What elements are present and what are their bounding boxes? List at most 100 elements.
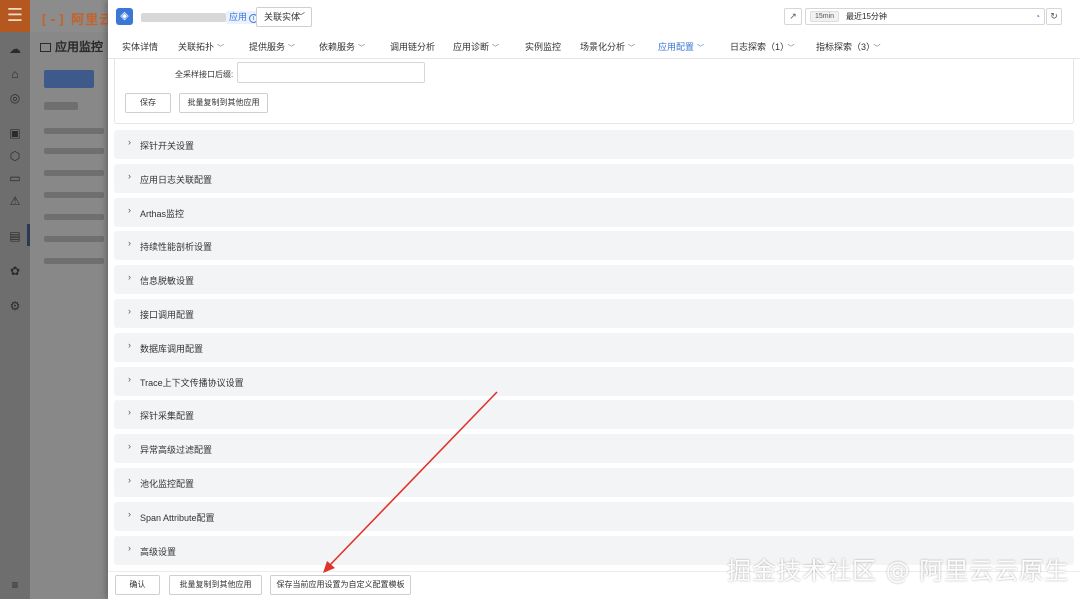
confirm-button[interactable]: 确认	[115, 575, 160, 595]
section-label: Arthas监控	[140, 209, 185, 219]
settings-icon[interactable]: ⚙	[8, 299, 22, 313]
batch-copy-button[interactable]: 批量复制到其他应用	[169, 575, 262, 595]
chevron-right-icon: ›	[128, 238, 131, 248]
collapsible-section[interactable]: › 异常高级过滤配置	[114, 434, 1074, 463]
time-range-label: 最近15分钟	[846, 12, 887, 21]
tab-label: 应用诊断	[453, 42, 490, 52]
section-label: 高级设置	[140, 547, 177, 557]
chevron-right-icon: ›	[128, 543, 131, 553]
collapsible-section[interactable]: › 信息脱敏设置	[114, 265, 1074, 294]
sidebar-blurred-item	[44, 192, 104, 198]
tab-item[interactable]: 提供服务 ﹀	[249, 40, 295, 53]
collapsible-section[interactable]: › 接口调用配置	[114, 299, 1074, 328]
section-label: 接口调用配置	[140, 310, 195, 320]
tab-item[interactable]: 依赖服务 ﹀	[319, 40, 365, 53]
chevron-down-icon: ﹀	[217, 45, 225, 52]
tab-label: 应用配置	[658, 42, 695, 52]
chevron-down-icon: ﹀	[697, 45, 705, 52]
tab-item[interactable]: 实体详情	[122, 40, 158, 53]
time-duration-badge: 15min	[810, 11, 840, 22]
globe-icon[interactable]: ◎	[8, 91, 22, 105]
chevron-down-icon: ﹀	[628, 45, 636, 52]
chevron-down-icon: ﹀	[873, 45, 881, 52]
collapsible-section[interactable]: › 探针开关设置	[114, 130, 1074, 159]
collapsible-section[interactable]: › 持续性能剖析设置	[114, 231, 1074, 260]
tab-label: 实例监控	[525, 42, 562, 52]
tab-item[interactable]: 应用诊断 ﹀	[453, 40, 499, 53]
alarm-icon[interactable]: ⚠	[8, 194, 22, 208]
collapsible-section[interactable]: › Span Attribute配置	[114, 502, 1074, 531]
sidebar-blurred-item	[44, 236, 104, 242]
chevron-down-icon: ﹀	[297, 12, 305, 21]
sidebar-blurred-item	[44, 70, 94, 88]
scan-icon[interactable]: ▣	[8, 126, 22, 140]
section-label: Trace上下文传播协议设置	[140, 378, 244, 388]
tab-label: 提供服务	[249, 42, 286, 52]
sidebar-blurred-item	[44, 128, 104, 134]
collapsible-section[interactable]: › Trace上下文传播协议设置	[114, 367, 1074, 396]
collapsible-section[interactable]: › 池化监控配置	[114, 468, 1074, 497]
entity-name	[141, 13, 226, 22]
tab-label: 场景化分析	[580, 42, 626, 52]
expanded-settings-panel: 全采样接口后缀: 保存 批量复制到其他应用	[114, 59, 1074, 124]
monitor-icon[interactable]: ▭	[8, 171, 22, 185]
chevron-down-icon: ﹀	[492, 45, 500, 52]
home-icon[interactable]: ⌂	[8, 67, 22, 81]
refresh-icon[interactable]: ↻	[1046, 8, 1062, 25]
panel-save-button[interactable]: 保存	[125, 93, 171, 113]
watermark: 掘金技术社区 @ 阿里云云原生	[727, 557, 1070, 585]
tab-item[interactable]: 实例监控	[525, 40, 561, 53]
sidebar-blurred-item	[44, 102, 78, 110]
chevron-right-icon: ›	[128, 509, 131, 519]
logo-text: 阿里云	[71, 12, 114, 27]
sidebar-blurred-item	[44, 214, 104, 220]
linked-entity-label: 关联实体	[264, 12, 301, 22]
menu-icon[interactable]: ☰	[0, 0, 30, 32]
chevron-right-icon: ›	[128, 475, 131, 485]
tab-label: 关联拓扑	[178, 42, 215, 52]
tab-item[interactable]: 调用链分析	[390, 40, 435, 53]
section-label: Span Attribute配置	[140, 513, 215, 523]
console-icon-rail: ☰ ☁ ⌂ ◎ ▣ ⬡ ▭ ⚠ ▤ ✿ ⚙ ≡	[0, 0, 30, 599]
calendar-icon: ◔	[1035, 12, 1040, 21]
full-sample-suffix-label: 全采样接口后缀:	[175, 70, 234, 79]
tab-label: 实体详情	[122, 42, 159, 52]
cube-icon[interactable]: ⬡	[8, 149, 22, 163]
section-label: 池化监控配置	[140, 479, 195, 489]
share-icon[interactable]: ↗	[784, 8, 802, 25]
tab-label: 调用链分析	[390, 42, 436, 52]
time-range-picker[interactable]: 15min 最近15分钟 ◔	[805, 8, 1045, 25]
section-label: 探针开关设置	[140, 141, 195, 151]
panel-batch-copy-button[interactable]: 批量复制到其他应用	[179, 93, 268, 113]
logo-bracket: [-]	[40, 13, 67, 28]
screen-icon[interactable]: ▤	[8, 229, 22, 243]
section-label: 异常高级过滤配置	[140, 445, 213, 455]
chevron-down-icon: ﹀	[358, 45, 366, 52]
section-label: 探针采集配置	[140, 411, 195, 421]
full-sample-suffix-input[interactable]	[237, 62, 425, 83]
chevron-right-icon: ›	[128, 407, 131, 417]
save-as-template-button[interactable]: 保存当前应用设置为自定义配置模板	[270, 575, 411, 595]
sidebar-blurred-item	[44, 170, 104, 176]
collapsible-section[interactable]: › 数据库调用配置	[114, 333, 1074, 362]
tab-item[interactable]: 日志探索（1） ﹀	[730, 40, 795, 53]
section-label: 持续性能剖析设置	[140, 242, 213, 252]
collapsible-section[interactable]: › 应用日志关联配置	[114, 164, 1074, 193]
linked-entity-dropdown[interactable]: 关联实体 ﹀	[256, 7, 312, 27]
section-label: 信息脱敏设置	[140, 276, 195, 286]
sidebar-title: 应用监控	[40, 38, 103, 55]
collapse-icon[interactable]: ≡	[8, 578, 22, 592]
tab-label: 日志探索（1）	[730, 42, 785, 52]
tab-item[interactable]: 关联拓扑 ﹀	[178, 40, 224, 53]
tab-item[interactable]: 场景化分析 ﹀	[580, 40, 635, 53]
collapsible-section[interactable]: › Arthas监控	[114, 198, 1074, 227]
tab-item[interactable]: 指标探索（3） ﹀	[816, 40, 881, 53]
cloud-icon[interactable]: ☁	[8, 42, 22, 56]
aliyun-logo: [-] 阿里云	[40, 9, 113, 28]
collapsible-section[interactable]: › 探针采集配置	[114, 400, 1074, 429]
network-icon[interactable]: ✿	[8, 264, 22, 278]
chevron-right-icon: ›	[128, 306, 131, 316]
sidebar-blurred-item	[44, 148, 104, 154]
sidebar-title-label: 应用监控	[55, 40, 104, 54]
tab-item[interactable]: 应用配置 ﹀	[658, 40, 704, 53]
